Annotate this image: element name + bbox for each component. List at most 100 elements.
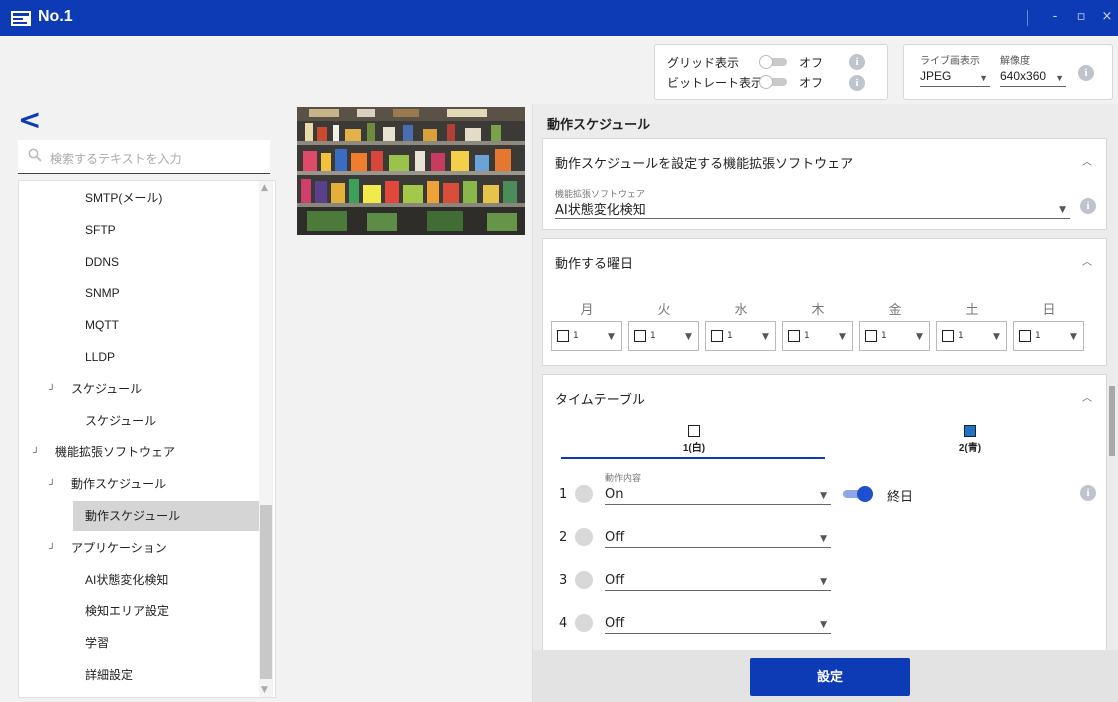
extension-software-select[interactable]: AI状態変化検知 ▼ xyxy=(555,199,1070,219)
action-select[interactable]: Off ▼ xyxy=(605,569,831,591)
search-placeholder: 検索するテキストを入力 xyxy=(50,152,182,166)
chevron-down-icon: ▼ xyxy=(685,332,692,342)
close-button[interactable]: × xyxy=(1096,6,1118,28)
bitrate-value: オフ xyxy=(799,76,824,90)
scroll-down-icon[interactable]: ▼ xyxy=(261,685,268,695)
back-arrow-icon[interactable]: < xyxy=(18,106,41,134)
weekday-select[interactable]: 1 ▼ xyxy=(628,321,699,351)
action-select[interactable]: Off ▼ xyxy=(605,526,831,548)
tree-item[interactable]: LLDP xyxy=(19,342,259,372)
checkbox[interactable] xyxy=(942,330,954,342)
live-view-select[interactable]: JPEG ▼ xyxy=(920,69,990,87)
checkbox[interactable] xyxy=(711,330,723,342)
timetable-panel-heading: タイムテーブル xyxy=(555,392,645,407)
weekday-select[interactable]: 1 ▼ xyxy=(551,321,622,351)
weekday-select[interactable]: 1 ▼ xyxy=(705,321,776,351)
extension-info-icon[interactable]: i xyxy=(1080,198,1096,214)
action-select[interactable]: Off ▼ xyxy=(605,612,831,634)
pane-scrollbar[interactable] xyxy=(1108,156,1116,646)
tree-item[interactable]: ┘ スケジュール xyxy=(19,374,259,404)
timetable-info-icon[interactable]: i xyxy=(1080,485,1096,501)
tree-item[interactable]: SNMP xyxy=(19,278,259,308)
tree-item[interactable]: 学習 xyxy=(19,628,259,658)
weekday-select[interactable]: 1 ▼ xyxy=(1013,321,1084,351)
titlebar-divider xyxy=(1027,10,1028,26)
maximize-button[interactable]: ▫ xyxy=(1070,6,1092,28)
display-options-box: グリッド表示 オフ i ビットレート表示 オフ i xyxy=(654,44,888,100)
footer-bar: 設定 xyxy=(533,650,1118,702)
minimize-button[interactable]: - xyxy=(1044,6,1066,28)
tab-timetable-1[interactable]: 1(白) xyxy=(671,425,717,454)
checkbox[interactable] xyxy=(1019,330,1031,342)
grid-toggle[interactable] xyxy=(759,55,789,69)
tree-scrollbar[interactable]: ▲ ▼ xyxy=(259,181,273,697)
action-value: On xyxy=(605,487,624,502)
scroll-up-icon[interactable]: ▲ xyxy=(261,183,268,193)
chevron-up-icon[interactable]: ︿ xyxy=(1082,389,1092,404)
scroll-thumb[interactable] xyxy=(260,505,272,679)
tree-item[interactable]: ┘ アプリケーション xyxy=(19,533,259,563)
checkbox[interactable] xyxy=(865,330,877,342)
chevron-down-icon: ▼ xyxy=(1070,332,1077,342)
checkbox[interactable] xyxy=(634,330,646,342)
chevron-down-icon: ▼ xyxy=(608,332,615,342)
chevron-down-icon: ▼ xyxy=(993,332,1000,342)
tree-item[interactable]: 動作スケジュール xyxy=(73,501,259,531)
chevron-up-icon[interactable]: ︿ xyxy=(1082,253,1092,268)
weekday-select[interactable]: 1 ▼ xyxy=(936,321,1007,351)
action-value: Off xyxy=(605,530,625,545)
chevron-up-icon[interactable]: ︿ xyxy=(1082,153,1092,168)
row-color-indicator[interactable] xyxy=(575,614,593,632)
all-day-toggle[interactable] xyxy=(841,486,875,502)
resolution-info-icon[interactable]: i xyxy=(1078,65,1094,81)
tree-item-label: SMTP(メール) xyxy=(85,191,163,205)
tab-timetable-2[interactable]: 2(青) xyxy=(947,425,993,454)
tree-item[interactable]: 検知エリア設定 xyxy=(19,596,259,626)
tree-item[interactable]: ┘ 動作スケジュール xyxy=(19,469,259,499)
tree-item[interactable]: SMTP(メール) xyxy=(19,183,259,213)
tree-expand-icon[interactable]: ┘ xyxy=(49,533,55,563)
row-color-indicator[interactable] xyxy=(575,485,593,503)
bitrate-toggle[interactable] xyxy=(759,75,789,89)
chevron-down-icon: ▼ xyxy=(820,620,827,630)
weekday-select[interactable]: 1 ▼ xyxy=(782,321,853,351)
tree-item-label: 検知エリア設定 xyxy=(85,604,170,619)
bitrate-info-icon[interactable]: i xyxy=(849,75,865,91)
extension-software-panel: 動作スケジュールを設定する機能拡張ソフトウェア ︿ 機能拡張ソフトウェア AI状… xyxy=(542,138,1107,230)
pane-scroll-thumb[interactable] xyxy=(1109,386,1115,456)
tree-item[interactable]: スケジュール xyxy=(19,406,259,436)
settings-pane: 動作スケジュール 動作スケジュールを設定する機能拡張ソフトウェア ︿ 機能拡張ソ… xyxy=(532,104,1118,702)
active-tab-indicator xyxy=(561,457,825,459)
checkbox[interactable] xyxy=(557,330,569,342)
tree-item[interactable]: AI状態変化検知 xyxy=(19,565,259,595)
row-color-indicator[interactable] xyxy=(575,528,593,546)
checkbox[interactable] xyxy=(788,330,800,342)
action-select[interactable]: On ▼ xyxy=(605,483,831,505)
tree-item-label: 動作スケジュール xyxy=(71,477,167,492)
weekday-value: 1 xyxy=(804,331,810,341)
tree-item[interactable]: 詳細設定 xyxy=(19,660,259,690)
tree-item[interactable]: DDNS xyxy=(19,247,259,277)
chevron-down-icon: ▼ xyxy=(979,73,988,83)
tab-label: 1(白) xyxy=(682,443,706,454)
tree-item[interactable]: SFTP xyxy=(19,215,259,245)
tree-item[interactable]: MQTT xyxy=(19,310,259,340)
weekday-label: 土 xyxy=(965,303,979,318)
tree-expand-icon[interactable]: ┘ xyxy=(33,437,39,467)
weekday-value: 1 xyxy=(650,331,656,341)
row-color-indicator[interactable] xyxy=(575,571,593,589)
resolution-select[interactable]: 640x360 ▼ xyxy=(1000,69,1066,87)
apply-settings-button[interactable]: 設定 xyxy=(750,658,910,696)
tree-item[interactable]: ┘ 機能拡張ソフトウェア xyxy=(19,437,259,467)
tree-item-label: 学習 xyxy=(85,636,110,651)
weekday-value: 1 xyxy=(1035,331,1041,341)
tree-item-label: 機能拡張ソフトウェア xyxy=(55,445,176,460)
search-input[interactable]: 検索するテキストを入力 xyxy=(18,140,270,174)
tree-expand-icon[interactable]: ┘ xyxy=(49,469,55,499)
weekday-select[interactable]: 1 ▼ xyxy=(859,321,930,351)
tree-item-label: DDNS xyxy=(85,254,120,269)
tree-item-label: 詳細設定 xyxy=(85,668,134,682)
tree-expand-icon[interactable]: ┘ xyxy=(49,374,55,404)
chevron-down-icon: ▼ xyxy=(820,491,827,501)
grid-info-icon[interactable]: i xyxy=(849,54,865,70)
